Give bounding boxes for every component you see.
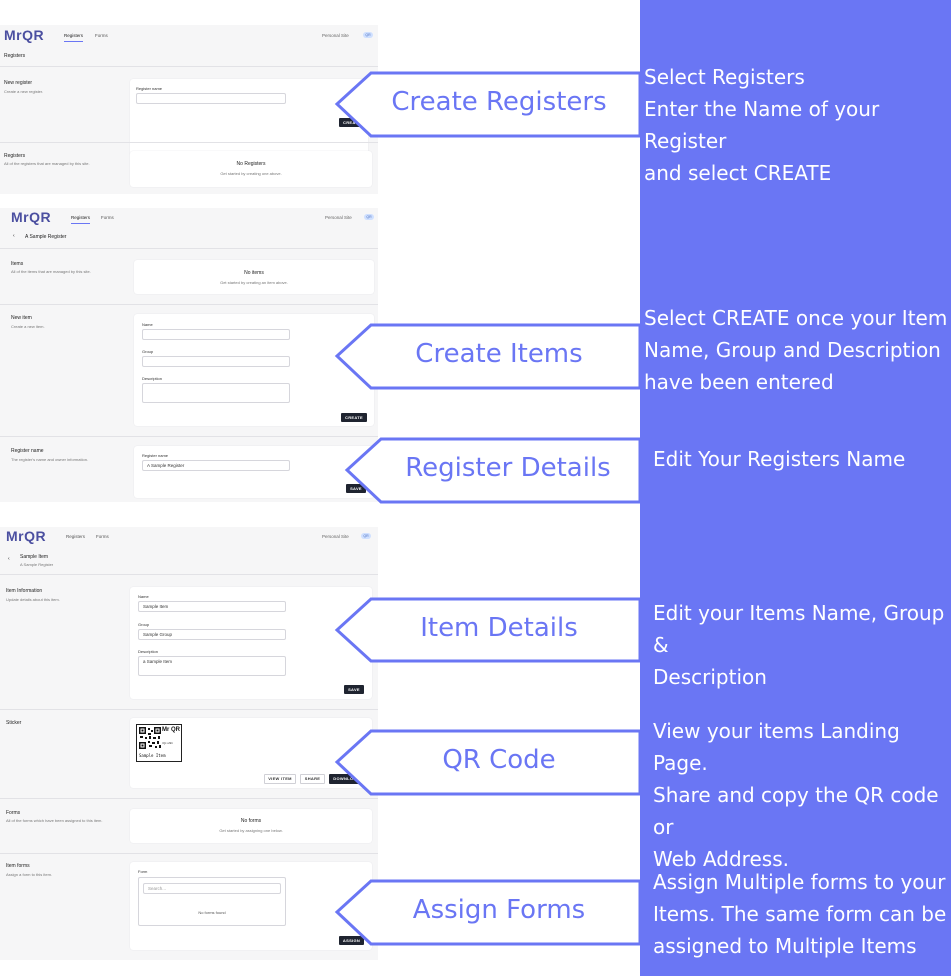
callout-label-qr-code: QR Code xyxy=(442,745,556,775)
instruction-create-items: Select CREATE once your Item Name, Group… xyxy=(644,306,948,394)
callout-label-assign-forms: Assign Forms xyxy=(412,895,586,925)
instruction-register-details: Edit Your Registers Name xyxy=(653,447,906,471)
callout-label-create-items: Create Items xyxy=(415,339,583,369)
instruction-qr-code: View your items Landing Page. Share and … xyxy=(653,719,939,871)
instruction-create-registers: Select Registers Enter the Name of your … xyxy=(644,65,880,185)
callout-label-create-registers: Create Registers xyxy=(391,87,607,117)
callout-label-item-details: Item Details xyxy=(420,613,578,643)
instruction-assign-forms: Assign Multiple forms to your Items. The… xyxy=(653,870,947,958)
instruction-item-details: Edit your Items Name, Group & Descriptio… xyxy=(653,601,945,689)
callout-label-register-details: Register Details xyxy=(405,453,611,483)
